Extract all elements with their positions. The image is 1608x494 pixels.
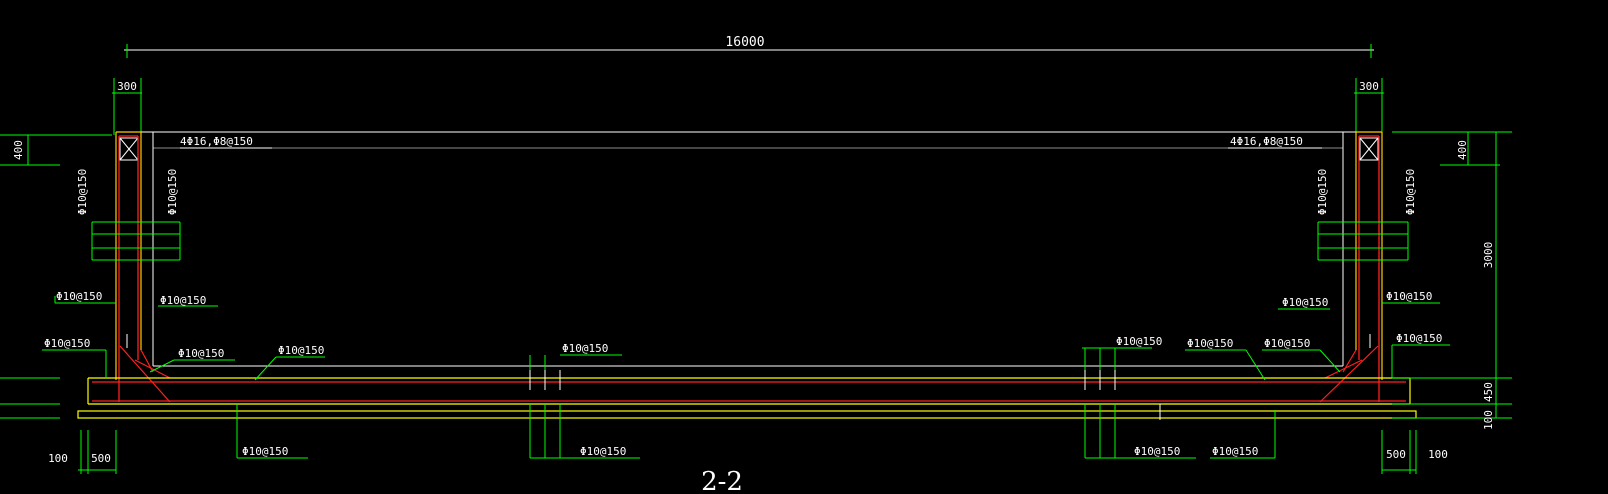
right-wall-thickness-label: 300 bbox=[1359, 80, 1379, 93]
bedding-thickness-label: 100 bbox=[1482, 410, 1495, 430]
left-wall-outer-horizontal-label: Φ10@150 bbox=[56, 290, 102, 303]
left-wall-outer-vertical-label: Φ10@150 bbox=[76, 169, 89, 215]
left-top-beam-label: 4Φ16,Φ8@150 bbox=[180, 135, 253, 148]
right-top-height-label: 400 bbox=[1456, 140, 1469, 160]
right-slab-bottom-b-label: Φ10@150 bbox=[1212, 445, 1258, 458]
left-slab-top-label: Φ10@150 bbox=[278, 344, 324, 357]
right-slab-bottom-a-label: Φ10@150 bbox=[1134, 445, 1180, 458]
right-bottom-toe-label: 500 bbox=[1386, 448, 1406, 461]
right-haunch-label: Φ10@150 bbox=[1264, 337, 1310, 350]
left-wall-thickness-label: 300 bbox=[117, 80, 137, 93]
section-drawing: 16000 300 300 400 400 3000 450 100 100 5… bbox=[0, 0, 1608, 494]
right-slab-top-b-label: Φ10@150 bbox=[1187, 337, 1233, 350]
left-slab-bottom-label: Φ10@150 bbox=[242, 445, 288, 458]
wall-height-label: 3000 bbox=[1482, 242, 1495, 269]
right-bottom-offset-label: 100 bbox=[1428, 448, 1448, 461]
right-wall-outer-vertical-label: Φ10@150 bbox=[1404, 169, 1417, 215]
center-slab-bottom-label: Φ10@150 bbox=[580, 445, 626, 458]
left-bottom-toe-label: 500 bbox=[91, 452, 111, 465]
right-footing-outer-label: Φ10@150 bbox=[1396, 332, 1442, 345]
left-haunch-label: Φ10@150 bbox=[178, 347, 224, 360]
center-slab-top-label: Φ10@150 bbox=[562, 342, 608, 355]
total-width-label: 16000 bbox=[725, 35, 764, 50]
right-wall-inner-vertical-label: Φ10@150 bbox=[1316, 169, 1329, 215]
drawing-background bbox=[0, 0, 1608, 494]
left-bottom-offset-label: 100 bbox=[48, 452, 68, 465]
right-top-beam-label: 4Φ16,Φ8@150 bbox=[1230, 135, 1303, 148]
right-wall-outer-horizontal-label: Φ10@150 bbox=[1386, 290, 1432, 303]
right-slab-top-a-label: Φ10@150 bbox=[1116, 335, 1162, 348]
left-footing-outer-label: Φ10@150 bbox=[44, 337, 90, 350]
right-wall-inner-horizontal-label: Φ10@150 bbox=[1282, 296, 1328, 309]
section-title: 2-2 bbox=[701, 467, 743, 494]
left-wall-inner-vertical-label: Φ10@150 bbox=[166, 169, 179, 215]
left-top-height-label: 400 bbox=[12, 140, 25, 160]
left-wall-inner-horizontal-label: Φ10@150 bbox=[160, 294, 206, 307]
slab-thickness-label: 450 bbox=[1482, 382, 1495, 402]
